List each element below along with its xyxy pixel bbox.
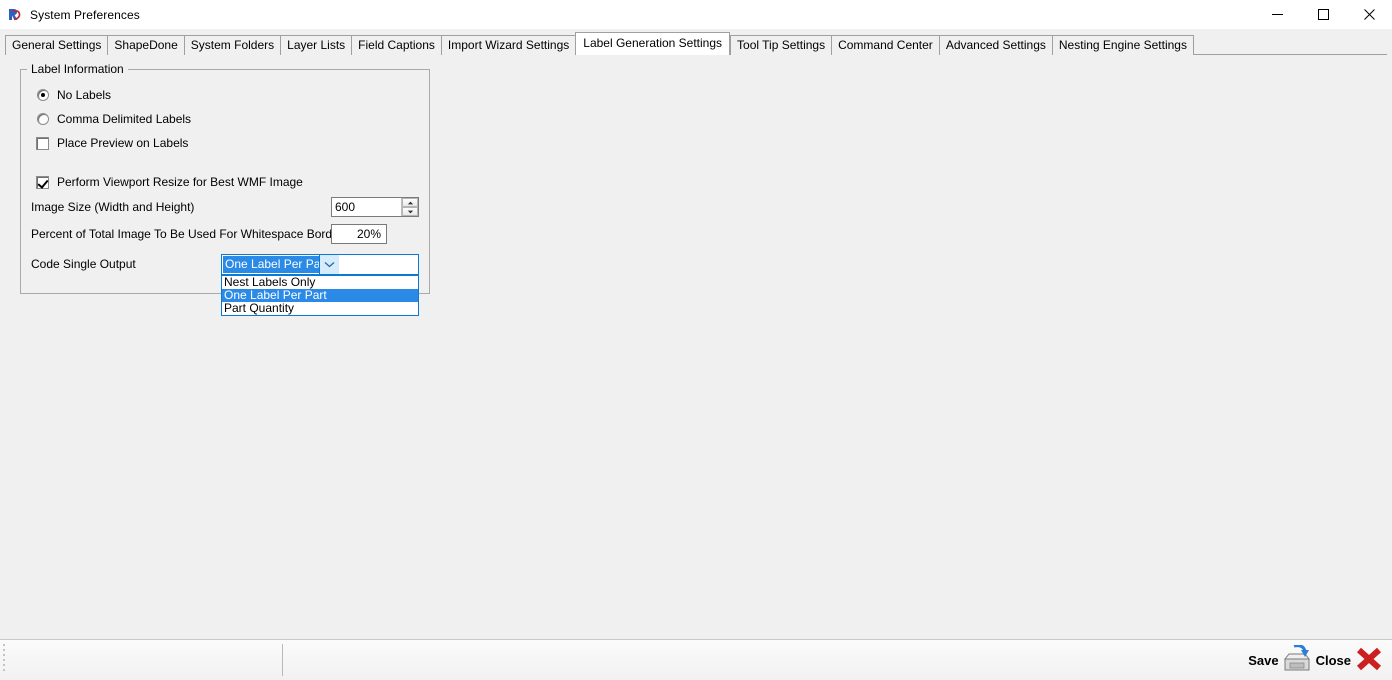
tab-shapedone[interactable]: ShapeDone <box>107 35 183 55</box>
chevron-down-icon[interactable] <box>319 255 339 274</box>
radio-comma-delimited-label: Comma Delimited Labels <box>57 112 191 126</box>
checkbox-place-preview-label: Place Preview on Labels <box>57 136 188 150</box>
title-bar: System Preferences <box>0 0 1392 30</box>
maximize-icon[interactable] <box>1300 0 1346 29</box>
radio-no-labels-label: No Labels <box>57 88 111 102</box>
checkbox-place-preview-on-labels[interactable]: Place Preview on Labels <box>36 136 188 150</box>
red-x-icon <box>1354 645 1384 676</box>
radio-no-labels[interactable]: No Labels <box>37 88 111 102</box>
bottom-status-bar: Save Close <box>0 639 1392 680</box>
tab-general-settings[interactable]: General Settings <box>5 35 107 55</box>
close-button[interactable]: Close <box>1316 645 1384 676</box>
tab-advanced-settings[interactable]: Advanced Settings <box>939 35 1052 55</box>
checkbox-indicator[interactable] <box>36 176 49 189</box>
save-button-label: Save <box>1248 653 1278 668</box>
image-size-stepper[interactable] <box>331 197 419 217</box>
radio-indicator[interactable] <box>37 113 49 125</box>
tab-field-captions[interactable]: Field Captions <box>351 35 441 55</box>
code-single-output-label: Code Single Output <box>31 257 136 271</box>
app-logo-icon <box>7 7 23 23</box>
whitespace-border-input[interactable] <box>332 225 386 243</box>
tab-content-panel: Label Information No Labels Comma Delimi… <box>0 56 1392 639</box>
tab-tool-tip-settings[interactable]: Tool Tip Settings <box>730 35 831 55</box>
tab-nesting-engine-settings[interactable]: Nesting Engine Settings <box>1052 35 1194 55</box>
tab-import-wizard-settings[interactable]: Import Wizard Settings <box>441 35 575 55</box>
checkbox-indicator[interactable] <box>36 137 49 150</box>
dropdown-option[interactable]: Part Quantity <box>222 302 418 315</box>
bottom-action-buttons: Save Close <box>1244 640 1384 680</box>
checkbox-perform-viewport-resize[interactable]: Perform Viewport Resize for Best WMF Ima… <box>36 175 303 189</box>
tab-system-folders[interactable]: System Folders <box>184 35 280 55</box>
stepper-buttons[interactable] <box>401 198 418 216</box>
radio-indicator[interactable] <box>37 89 49 101</box>
code-single-output-dropdown-list[interactable]: Nest Labels OnlyOne Label Per PartPart Q… <box>221 275 419 316</box>
radio-comma-delimited-labels[interactable]: Comma Delimited Labels <box>37 112 191 126</box>
whitespace-border-label: Percent of Total Image To Be Used For Wh… <box>31 227 343 241</box>
image-size-input[interactable] <box>332 198 401 216</box>
whitespace-border-field[interactable] <box>331 224 387 244</box>
image-size-label: Image Size (Width and Height) <box>31 200 194 214</box>
checkbox-viewport-resize-label: Perform Viewport Resize for Best WMF Ima… <box>57 175 303 189</box>
close-icon[interactable] <box>1346 0 1392 29</box>
close-button-label: Close <box>1316 653 1351 668</box>
combobox-selected-value: One Label Per Part <box>223 256 319 273</box>
resize-grip-icon <box>3 644 6 674</box>
tab-strip: General SettingsShapeDoneSystem FoldersL… <box>0 29 1392 55</box>
stepper-down-icon[interactable] <box>402 207 418 216</box>
stepper-up-icon[interactable] <box>402 198 418 207</box>
tab-layer-lists[interactable]: Layer Lists <box>280 35 351 55</box>
groupbox-title: Label Information <box>27 62 128 76</box>
save-button[interactable]: Save <box>1248 645 1311 676</box>
tab-label-generation-settings[interactable]: Label Generation Settings <box>575 32 730 55</box>
minimize-icon[interactable] <box>1254 0 1300 29</box>
tab-list: General SettingsShapeDoneSystem FoldersL… <box>5 32 1194 55</box>
window-controls <box>1254 0 1392 29</box>
window-title: System Preferences <box>30 8 140 22</box>
status-separator <box>282 644 283 676</box>
save-disk-icon <box>1282 645 1312 676</box>
code-single-output-combobox[interactable]: One Label Per Part <box>221 254 419 275</box>
tab-command-center[interactable]: Command Center <box>831 35 939 55</box>
